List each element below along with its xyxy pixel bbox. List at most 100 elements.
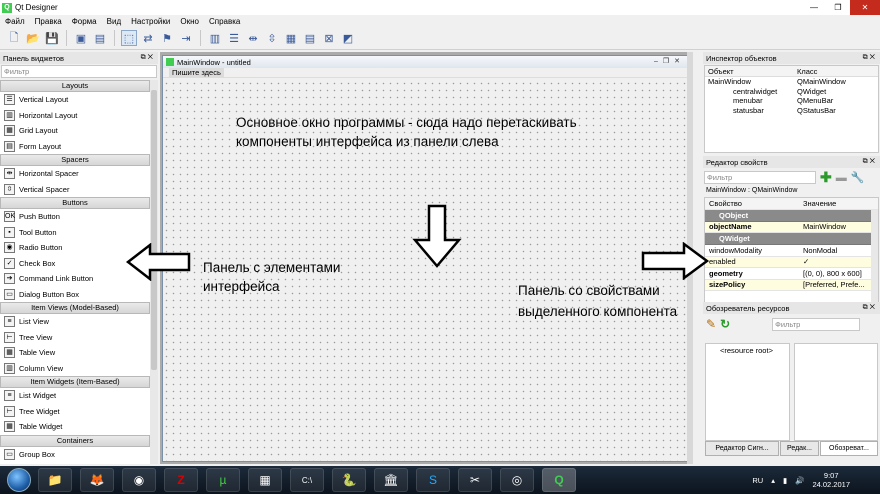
menu-item[interactable]: Настройки [126, 17, 175, 26]
volume-icon[interactable]: 🔊 [795, 476, 804, 485]
widget-item[interactable]: ⇹ Horizontal Spacer [0, 166, 150, 182]
widget-category[interactable]: Item Views (Model-Based) [0, 302, 150, 314]
open-file-icon[interactable]: 📂 [25, 30, 41, 46]
lay-out-horizontally-icon[interactable]: ▥ [207, 30, 223, 46]
property-value[interactable]: NonModal [799, 246, 878, 255]
edit-tab-order-icon[interactable]: ⇥ [178, 30, 194, 46]
widget-item[interactable]: ⊢ Tree View [0, 329, 150, 345]
network-icon[interactable]: ▮ [783, 476, 787, 485]
property-value[interactable]: [(0, 0), 800 x 600] [799, 269, 878, 278]
lay-out-vertical-splitter-icon[interactable]: ⇳ [264, 30, 280, 46]
widget-item[interactable]: ▭ Dialog Button Box [0, 286, 150, 302]
break-layout-icon[interactable]: ⊠ [321, 30, 337, 46]
resource-filter-input[interactable]: Фильтр [772, 317, 861, 331]
object-tree-row[interactable]: statusbar QStatusBar [705, 106, 878, 116]
widget-category[interactable]: Spacers [0, 154, 150, 166]
object-tree-row[interactable]: menubar QMenuBar [705, 96, 878, 106]
edit-resources-icon[interactable]: ✎ [706, 317, 716, 331]
form-window-controls[interactable]: –❐✕ [654, 57, 685, 65]
resource-tree[interactable]: <resource root> [705, 343, 790, 441]
group-qwidget[interactable]: QWidget [705, 233, 878, 245]
adjust-size-icon[interactable]: ◩ [340, 30, 356, 46]
edit-widgets-icon[interactable]: ⬚ [121, 30, 137, 46]
dock-buttons-icon[interactable]: ⧉✕ [863, 54, 877, 62]
widget-item[interactable]: ▥ Column View [0, 360, 150, 376]
resource-list[interactable] [794, 343, 878, 441]
form-menu-bar[interactable]: Пишите здесь [163, 68, 688, 78]
edit-buddies-icon[interactable]: ⚑ [159, 30, 175, 46]
menu-item[interactable]: Вид [102, 17, 126, 26]
add-property-icon[interactable]: ✚ [820, 169, 832, 186]
widget-category[interactable]: Item Widgets (Item-Based) [0, 376, 150, 388]
maximize-icon[interactable]: ❐ [826, 0, 850, 15]
dock-tab[interactable]: Обозреват... [820, 441, 878, 456]
bring-to-front-icon[interactable]: ▤ [92, 30, 108, 46]
menu-item[interactable]: Справка [204, 17, 245, 26]
property-scrollbar[interactable] [871, 210, 878, 303]
chrome-taskbar-icon[interactable]: ◉ [122, 468, 156, 492]
language-indicator[interactable]: RU [752, 476, 763, 485]
explorer-taskbar-icon[interactable]: 📁 [38, 468, 72, 492]
widget-item[interactable]: ▪ Tool Button [0, 224, 150, 240]
widget-category[interactable]: Buttons [0, 197, 150, 209]
edit-signals-slots-icon[interactable]: ⇄ [140, 30, 156, 46]
reload-icon[interactable]: ↻ [720, 317, 730, 331]
send-to-back-icon[interactable]: ▣ [73, 30, 89, 46]
resource-root[interactable]: <resource root> [706, 344, 789, 355]
python-taskbar-icon[interactable]: 🐍 [332, 468, 366, 492]
widget-item[interactable]: ⊢ Tree Widget [0, 403, 150, 419]
object-tree-row[interactable]: centralwidget QWidget [705, 87, 878, 97]
tray-arrow-icon[interactable]: ▴ [771, 476, 775, 485]
property-row[interactable]: objectName MainWindow [705, 221, 878, 233]
property-value[interactable]: ✓ [799, 257, 878, 266]
property-row[interactable]: geometry [(0, 0), 800 x 600] [705, 268, 878, 280]
widget-item[interactable]: ⇳ Vertical Spacer [0, 181, 150, 197]
property-row[interactable]: enabled ✓ [705, 256, 878, 268]
filezilla-taskbar-icon[interactable]: Z [164, 468, 198, 492]
qt-designer-taskbar-icon[interactable]: Q [542, 468, 576, 492]
widget-item[interactable]: ≡ List View [0, 314, 150, 330]
dock-buttons-icon[interactable]: ⧉✕ [863, 158, 877, 166]
terminal-taskbar-icon[interactable]: C:\ [290, 468, 324, 492]
menu-item[interactable]: Форма [67, 17, 102, 26]
dock-tab[interactable]: Редак... [780, 441, 819, 456]
widget-category[interactable]: Layouts [0, 80, 150, 92]
property-row[interactable]: sizePolicy [Preferred, Prefe... [705, 279, 878, 291]
menu-item[interactable]: Файл [0, 17, 30, 26]
dock-buttons-icon[interactable]: ⧉✕ [141, 54, 155, 62]
property-row[interactable]: windowModality NonModal [705, 245, 878, 257]
scrollbar-thumb[interactable] [151, 90, 157, 370]
clock[interactable]: 9:07 24.02.2017 [812, 471, 850, 489]
property-filter-input[interactable]: Фильтр [704, 171, 816, 184]
lay-out-horizontal-splitter-icon[interactable]: ⇹ [245, 30, 261, 46]
dock-tab[interactable]: Редактор Сигн... [705, 441, 779, 456]
property-value[interactable]: MainWindow [799, 222, 878, 231]
new-file-icon[interactable]: 🗋 [6, 30, 22, 46]
object-tree-row[interactable]: MainWindow QMainWindow [705, 77, 878, 87]
save-icon[interactable]: 💾 [44, 30, 60, 46]
configure-icon[interactable]: 🔧 [851, 171, 865, 184]
bank-taskbar-icon[interactable]: 🏛 [374, 468, 408, 492]
lay-out-grid-icon[interactable]: ▦ [283, 30, 299, 46]
widget-item[interactable]: ▦ Table Widget [0, 419, 150, 435]
property-value[interactable]: [Preferred, Prefe... [799, 280, 878, 289]
skype-taskbar-icon[interactable]: S [416, 468, 450, 492]
widget-item[interactable]: ▦ Grid Layout [0, 123, 150, 139]
widget-filter-input[interactable]: Фильтр [1, 65, 157, 78]
widget-category[interactable]: Containers [0, 434, 150, 447]
snipping-tool-taskbar-icon[interactable]: ✂ [458, 468, 492, 492]
widget-item[interactable]: ≡ List Widget [0, 388, 150, 404]
remove-property-icon[interactable]: ▬ [836, 172, 847, 184]
group-qobject[interactable]: QObject [705, 209, 878, 222]
dock-buttons-icon[interactable]: ⧉✕ [863, 304, 877, 312]
lay-out-form-icon[interactable]: ▤ [302, 30, 318, 46]
menu-placeholder[interactable]: Пишите здесь [169, 68, 224, 77]
widget-item[interactable]: ▦ Table View [0, 345, 150, 361]
widget-item[interactable]: ☰ Vertical Layout [0, 92, 150, 108]
chrome-app-taskbar-icon[interactable]: ◎ [500, 468, 534, 492]
menu-item[interactable]: Правка [30, 17, 67, 26]
lay-out-vertically-icon[interactable]: ☰ [226, 30, 242, 46]
utorrent-taskbar-icon[interactable]: µ [206, 468, 240, 492]
widget-item[interactable]: ▥ Horizontal Layout [0, 107, 150, 123]
close-icon[interactable]: ✕ [850, 0, 880, 15]
